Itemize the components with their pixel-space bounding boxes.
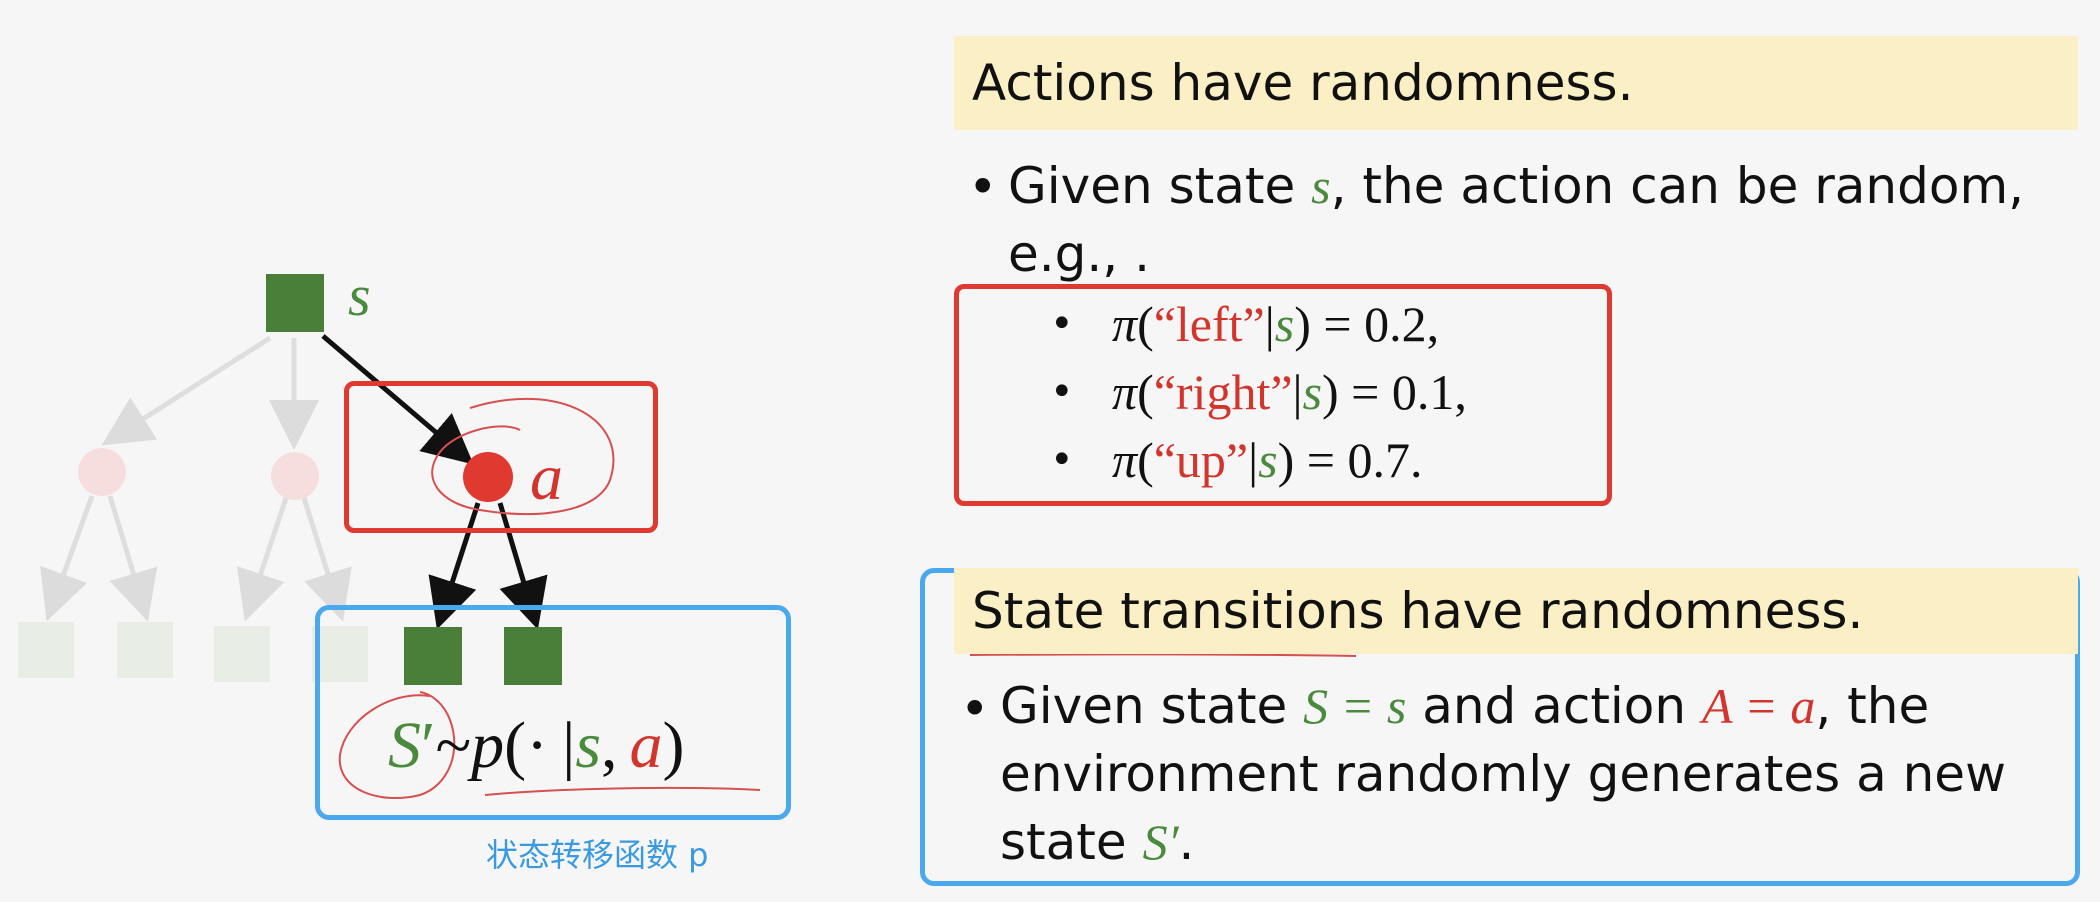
faded-state-node — [214, 626, 270, 682]
state-var: s — [1258, 432, 1278, 488]
policy-equation: π(“right”|s) = 0.1, — [1112, 358, 1467, 426]
transition-line3-prefix: state — [1000, 813, 1143, 871]
formula-comma: , — [601, 709, 618, 782]
action-equation: A = a — [1701, 678, 1816, 734]
transition-bullet-line1: Given state S = s and action A = a, the — [1000, 672, 1929, 740]
state-node-s — [266, 274, 324, 332]
bar: | — [1248, 432, 1259, 488]
transition-suffix: , the — [1815, 677, 1930, 735]
state-label: s — [348, 263, 371, 328]
action-bullet-prefix: Given state — [1008, 157, 1312, 215]
formula-prime: ′ — [421, 709, 436, 782]
open-paren: ( — [1137, 364, 1154, 420]
bar: | — [1292, 364, 1303, 420]
open-paren: ( — [1137, 432, 1154, 488]
policy-equation: π(“left”|s) = 0.2, — [1112, 290, 1439, 358]
transition-bullet-line3: state S′. — [1000, 808, 1194, 876]
action-name: “right” — [1153, 364, 1293, 420]
state-equation: S = s — [1303, 678, 1407, 734]
transition-function-caption: 状态转移函数 p — [486, 836, 709, 874]
transition-prefix: Given state — [1000, 677, 1304, 735]
action-label: a — [530, 441, 563, 514]
formula-dot: · — [526, 709, 549, 782]
pi-symbol: π — [1112, 296, 1138, 352]
action-bullet-line1: Given state s, the action can be random, — [1008, 152, 2024, 220]
probability: ) = 0.1, — [1322, 364, 1467, 420]
faded-state-node — [18, 622, 74, 678]
probability: ) = 0.2, — [1294, 296, 1440, 352]
faded-action-node — [78, 448, 126, 496]
action-bullet-var-s: s — [1311, 158, 1331, 214]
bullet-dot: • — [960, 680, 990, 738]
next-state-var: S′ — [1142, 814, 1179, 870]
action-bullet-suffix: , the action can be random, — [1330, 157, 2025, 215]
transition-mid: and action — [1406, 677, 1702, 735]
action-highlight-box — [344, 381, 658, 533]
bar: | — [1264, 296, 1275, 352]
formula-a: a — [629, 709, 663, 782]
transition-formula: S′~p(· |s, a) — [388, 705, 685, 786]
open-paren: ( — [1137, 296, 1154, 352]
formula-close-paren: ) — [662, 709, 685, 782]
probability: ) = 0.7. — [1277, 432, 1423, 488]
faded-state-node — [117, 622, 173, 678]
action-bullet-line2: e.g., . — [1008, 225, 1150, 283]
faded-action-node — [271, 452, 319, 500]
list-bullet: • — [1050, 437, 1074, 483]
action-name: “left” — [1153, 296, 1265, 352]
actions-randomness-heading: Actions have randomness. — [954, 36, 2078, 130]
pi-symbol: π — [1112, 432, 1138, 488]
state-transitions-heading: State transitions have randomness. — [954, 568, 2078, 654]
bullet-dot: • — [968, 158, 998, 216]
transition-bullet-line2: environment randomly generates a new — [1000, 745, 2006, 803]
formula-next-state: S — [388, 709, 421, 782]
formula-open-paren: ( — [504, 709, 527, 782]
action-name: “up” — [1153, 432, 1249, 488]
policy-equation: π(“up”|s) = 0.7. — [1112, 426, 1422, 494]
formula-p: p — [471, 709, 505, 782]
list-bullet: • — [1050, 301, 1074, 347]
state-var: s — [1274, 296, 1295, 352]
formula-s: s — [575, 709, 602, 782]
state-var: s — [1302, 364, 1323, 420]
formula-bar: | — [562, 709, 576, 782]
transition-line3-suffix: . — [1178, 813, 1195, 871]
list-bullet: • — [1050, 369, 1074, 415]
formula-tilde: ~ — [435, 709, 472, 782]
pi-symbol: π — [1112, 364, 1138, 420]
